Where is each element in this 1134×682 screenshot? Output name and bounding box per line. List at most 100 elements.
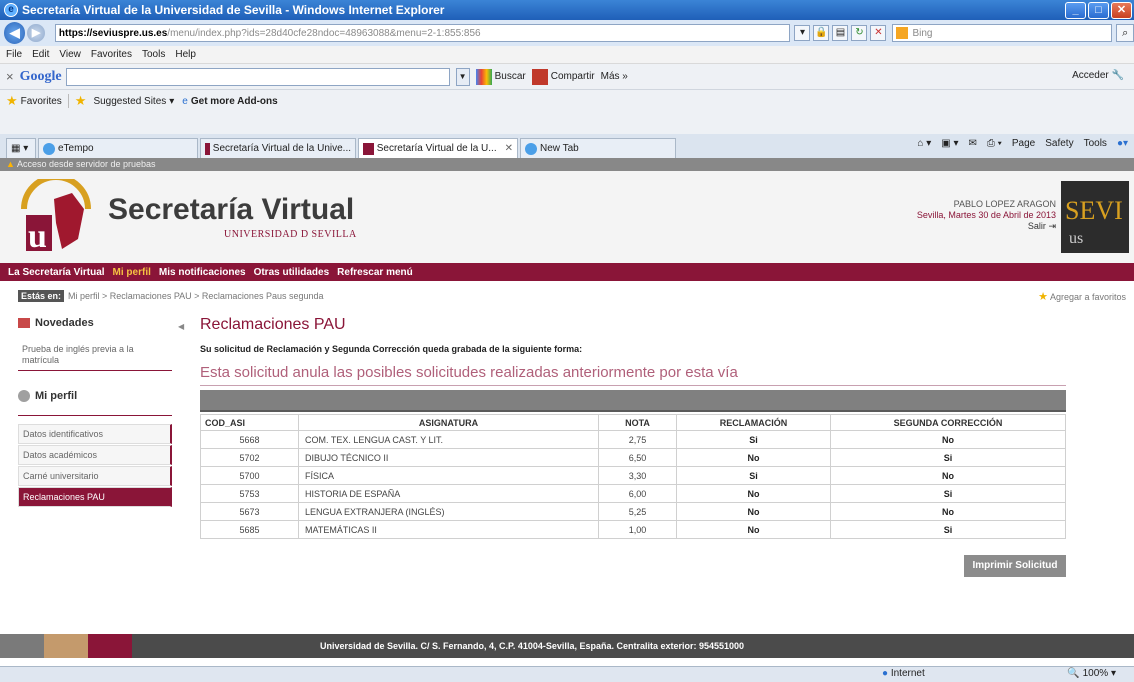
tools-menu[interactable]: Tools — [1084, 138, 1107, 149]
site-header: u Secretaría Virtual UNIVERSIDAD D SEVIL… — [0, 171, 1134, 263]
google-dropdown-icon[interactable]: ▼ — [455, 67, 470, 86]
sidebar: Novedades Prueba de inglés previa a la m… — [18, 312, 172, 508]
nav-mi-perfil[interactable]: Mi perfil — [113, 267, 151, 278]
help-icon[interactable]: ●▾ — [1117, 138, 1128, 149]
ie-tab-icon — [43, 142, 55, 155]
user-name: PABLO LOPEZ ARAGON — [953, 199, 1056, 209]
nav-refrescar-menu[interactable]: Refrescar menú — [337, 267, 413, 278]
sidebar-item-datos-identificativos[interactable]: Datos identificativos — [18, 424, 172, 444]
add-favorite-icon[interactable]: ★ — [75, 93, 87, 109]
window-titlebar: e Secretaría Virtual de la Universidad d… — [0, 0, 1134, 20]
dropdown-icon[interactable]: ▾ — [794, 25, 811, 41]
nav-secretaria[interactable]: La Secretaría Virtual — [8, 267, 105, 278]
addons-icon: e — [182, 95, 188, 107]
get-addons-link[interactable]: Get more Add-ons — [191, 96, 278, 107]
us-tab-icon — [363, 142, 374, 155]
cell-nota: 5,25 — [598, 502, 677, 521]
nav-otras-utilidades[interactable]: Otras utilidades — [254, 267, 330, 278]
menu-file[interactable]: File — [6, 49, 22, 60]
acceder-button[interactable]: Acceder 🔧 — [1072, 70, 1124, 81]
cell-segunda-correccion: No — [830, 502, 1066, 521]
zone-label: Internet — [890, 668, 925, 679]
sevi-logo-text: SEVI — [1065, 196, 1123, 225]
bing-icon — [896, 27, 909, 39]
star-icon: ★ — [1038, 291, 1048, 303]
col-asignatura: ASIGNATURA — [298, 414, 599, 431]
minimize-button[interactable]: _ — [1065, 2, 1086, 19]
command-bar: ⌂ ▾ ▣ ▾ ✉ ⎙ ▾ Page Safety Tools ●▾ — [917, 138, 1128, 149]
close-toolbar-icon[interactable]: × — [6, 69, 14, 84]
tab-label: eTempo — [58, 143, 94, 154]
cell-asignatura: DIBUJO TÉCNICO II — [298, 448, 599, 467]
address-bar[interactable]: https://seviuspre.us.es/menu/index.php?i… — [54, 24, 791, 42]
site-title: Secretaría Virtual — [108, 193, 355, 226]
security-zone[interactable]: ● Internet — [882, 668, 925, 679]
cell-reclamacion: No — [676, 520, 831, 539]
chevron-down-icon: ▾ — [169, 95, 175, 107]
sidebar-item-datos-academicos[interactable]: Datos académicos — [18, 445, 172, 465]
search-box[interactable]: Bing — [892, 24, 1113, 42]
logout-link[interactable]: Salir ⇥ — [917, 221, 1056, 232]
page-menu[interactable]: Page — [1012, 138, 1035, 149]
close-tab-icon[interactable]: ✕ — [505, 143, 513, 154]
feeds-icon[interactable]: ▣ ▾ — [941, 138, 958, 149]
nav-notificaciones[interactable]: Mis notificaciones — [159, 267, 246, 278]
sevi-logo: SEVI us — [1061, 181, 1129, 253]
address-path: /menu/index.php?ids=28d40cfe28ndoc=48963… — [167, 27, 481, 39]
search-icon[interactable]: ⌕ — [1116, 24, 1134, 42]
status-bar: ● Internet 🔍 100% ▾ — [0, 666, 1134, 682]
mas-button[interactable]: Más » — [601, 71, 628, 82]
tab-label: Secretaría Virtual de la Unive... — [212, 143, 351, 154]
tab-new[interactable]: New Tab — [520, 138, 676, 158]
menu-help[interactable]: Help — [175, 49, 196, 60]
col-nota: NOTA — [598, 414, 677, 431]
google-search-input[interactable] — [65, 67, 450, 86]
favorites-button[interactable]: Favorites — [21, 96, 62, 107]
forward-button[interactable]: ▶ — [27, 24, 45, 42]
refresh-icon[interactable]: ↻ — [851, 25, 868, 41]
safety-menu[interactable]: Safety — [1045, 138, 1073, 149]
cell-nota: 3,30 — [598, 466, 677, 485]
maximize-button[interactable]: □ — [1088, 2, 1109, 19]
compat-view-icon[interactable]: ▤ — [832, 25, 849, 41]
menu-tools[interactable]: Tools — [142, 49, 165, 60]
wrench-icon: 🔧 — [1111, 70, 1124, 81]
zoom-level[interactable]: 🔍 100% ▾ — [1067, 668, 1116, 679]
add-favorites-label: Agregar a favoritos — [1049, 292, 1126, 302]
collapse-sidebar-icon[interactable]: ◀ — [178, 322, 184, 331]
back-button[interactable]: ◀ — [4, 22, 26, 44]
print-icon[interactable]: ⎙ ▾ — [987, 138, 1002, 149]
user-info: PABLO LOPEZ ARAGON Sevilla, Martes 30 de… — [917, 199, 1056, 232]
cell-cod-asi: 5685 — [200, 520, 299, 539]
google-toolbar: × Google ▼ Buscar Compartir Más » Accede… — [0, 64, 1134, 90]
tab-secretaria-1[interactable]: Secretaría Virtual de la Unive... — [200, 138, 356, 158]
sidebar-link-prueba-ingles[interactable]: Prueba de inglés previa a la matrícula — [18, 334, 172, 371]
cell-reclamacion: Si — [676, 430, 831, 449]
menu-edit[interactable]: Edit — [32, 49, 49, 60]
stop-icon[interactable]: ✕ — [870, 25, 887, 41]
quick-tabs-button[interactable]: ▦ ▾ — [6, 138, 36, 158]
sidebar-item-reclamaciones[interactable]: Reclamaciones PAU — [18, 487, 172, 507]
tab-secretaria-active[interactable]: Secretaría Virtual de la U... ✕ — [358, 138, 518, 158]
home-icon[interactable]: ⌂ ▾ — [917, 138, 931, 149]
add-to-favorites-link[interactable]: ★ Agregar a favoritos — [1038, 290, 1126, 303]
breadcrumb-path[interactable]: Mi perfil > Reclamaciones PAU > Reclamac… — [68, 291, 323, 301]
menu-view[interactable]: View — [59, 49, 81, 60]
cell-segunda-correccion: No — [830, 430, 1066, 449]
site-subtitle: UNIVERSIDAD D SEVILLA — [224, 229, 357, 240]
buscar-button[interactable]: Buscar — [475, 68, 526, 85]
suggested-sites-link[interactable]: Suggested Sites — [93, 96, 166, 107]
tab-etempo[interactable]: eTempo — [38, 138, 198, 158]
sidebar-heading-novedades: Novedades — [18, 312, 172, 334]
lock-icon[interactable]: 🔒 — [813, 25, 830, 41]
print-request-button[interactable]: Imprimir Solicitud — [964, 555, 1066, 577]
sidebar-item-carne[interactable]: Carné universitario — [18, 466, 172, 486]
menu-favorites[interactable]: Favorites — [91, 49, 132, 60]
globe-icon: ● — [882, 668, 889, 679]
close-button[interactable]: ✕ — [1111, 2, 1132, 19]
col-cod-asi: COD_ASI — [200, 414, 299, 431]
compartir-button[interactable]: Compartir — [531, 68, 595, 85]
intro-text: Su solicitud de Reclamación y Segunda Co… — [200, 344, 583, 354]
mail-icon[interactable]: ✉ — [968, 138, 976, 149]
breadcrumb: Estás en: Mi perfil > Reclamaciones PAU … — [0, 287, 1134, 305]
